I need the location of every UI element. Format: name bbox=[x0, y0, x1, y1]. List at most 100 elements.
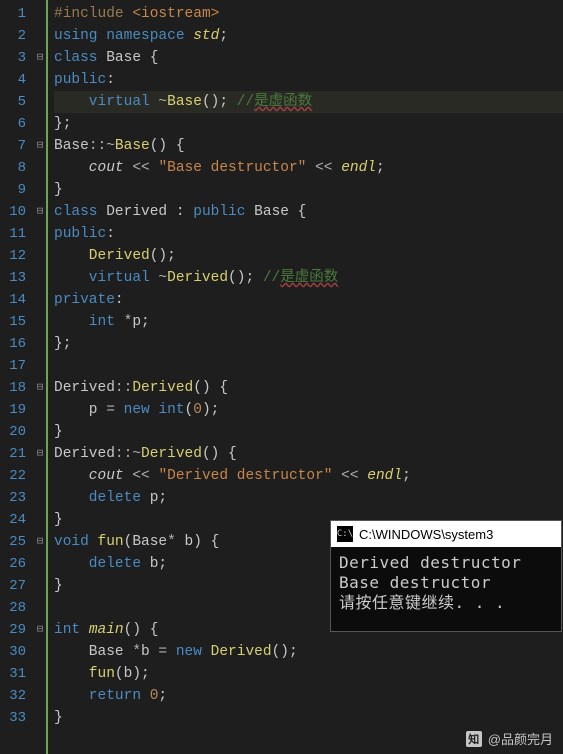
fold-marker bbox=[34, 685, 46, 707]
code-line[interactable]: private: bbox=[54, 289, 563, 311]
fold-marker bbox=[34, 553, 46, 575]
fold-marker bbox=[34, 707, 46, 729]
fold-marker bbox=[34, 179, 46, 201]
line-number: 12 bbox=[4, 245, 26, 267]
line-number: 19 bbox=[4, 399, 26, 421]
line-number: 15 bbox=[4, 311, 26, 333]
fold-marker bbox=[34, 509, 46, 531]
console-title-text: C:\WINDOWS\system3 bbox=[359, 527, 493, 542]
code-line[interactable]: public: bbox=[54, 223, 563, 245]
fold-marker bbox=[34, 245, 46, 267]
code-editor: 1234567891011121314151617181920212223242… bbox=[0, 0, 563, 754]
fold-marker bbox=[34, 3, 46, 25]
code-line[interactable]: p = new int(0); bbox=[54, 399, 563, 421]
line-number: 7 bbox=[4, 135, 26, 157]
code-area[interactable]: #include <iostream>using namespace std;c… bbox=[48, 0, 563, 754]
fold-marker bbox=[34, 663, 46, 685]
code-line[interactable]: class Derived : public Base { bbox=[54, 201, 563, 223]
line-number: 9 bbox=[4, 179, 26, 201]
code-line[interactable]: Derived(); bbox=[54, 245, 563, 267]
fold-marker bbox=[34, 223, 46, 245]
line-number: 8 bbox=[4, 157, 26, 179]
fold-marker bbox=[34, 465, 46, 487]
code-line[interactable]: virtual ~Derived(); //是虚函数 bbox=[54, 267, 563, 289]
line-number: 3 bbox=[4, 47, 26, 69]
fold-marker[interactable]: ⊟ bbox=[34, 201, 46, 223]
line-number: 6 bbox=[4, 113, 26, 135]
line-number: 25 bbox=[4, 531, 26, 553]
fold-marker bbox=[34, 113, 46, 135]
fold-column[interactable]: ⊟ ⊟ ⊟ ⊟ ⊟ ⊟ ⊟ bbox=[34, 0, 48, 754]
code-line[interactable]: #include <iostream> bbox=[54, 3, 563, 25]
line-number: 18 bbox=[4, 377, 26, 399]
line-number: 1 bbox=[4, 3, 26, 25]
code-line[interactable]: } bbox=[54, 421, 563, 443]
fold-marker bbox=[34, 399, 46, 421]
line-number: 33 bbox=[4, 707, 26, 729]
line-number: 17 bbox=[4, 355, 26, 377]
code-line[interactable]: Derived::~Derived() { bbox=[54, 443, 563, 465]
fold-marker bbox=[34, 267, 46, 289]
code-line[interactable]: class Base { bbox=[54, 47, 563, 69]
code-line[interactable]: } bbox=[54, 179, 563, 201]
console-output: Derived destructor Base destructor 请按任意键… bbox=[331, 547, 561, 631]
console-titlebar[interactable]: C:\ C:\WINDOWS\system3 bbox=[331, 521, 561, 547]
fold-marker[interactable]: ⊟ bbox=[34, 531, 46, 553]
line-number: 14 bbox=[4, 289, 26, 311]
console-window: C:\ C:\WINDOWS\system3 Derived destructo… bbox=[330, 520, 562, 632]
fold-marker[interactable]: ⊟ bbox=[34, 47, 46, 69]
line-number: 13 bbox=[4, 267, 26, 289]
fold-marker[interactable]: ⊟ bbox=[34, 135, 46, 157]
fold-marker[interactable]: ⊟ bbox=[34, 377, 46, 399]
code-line[interactable]: using namespace std; bbox=[54, 25, 563, 47]
line-number: 32 bbox=[4, 685, 26, 707]
line-number: 30 bbox=[4, 641, 26, 663]
fold-marker[interactable]: ⊟ bbox=[34, 619, 46, 641]
code-line[interactable]: int *p; bbox=[54, 311, 563, 333]
line-number: 23 bbox=[4, 487, 26, 509]
code-line[interactable]: cout << "Derived destructor" << endl; bbox=[54, 465, 563, 487]
fold-marker bbox=[34, 421, 46, 443]
line-number: 10 bbox=[4, 201, 26, 223]
watermark: 知 @品颜完月 bbox=[466, 729, 553, 748]
code-line[interactable]: cout << "Base destructor" << endl; bbox=[54, 157, 563, 179]
code-line[interactable]: public: bbox=[54, 69, 563, 91]
code-line[interactable]: return 0; bbox=[54, 685, 563, 707]
code-line[interactable]: virtual ~Base(); //是虚函数 bbox=[54, 91, 563, 113]
line-number: 28 bbox=[4, 597, 26, 619]
fold-marker bbox=[34, 641, 46, 663]
line-number: 31 bbox=[4, 663, 26, 685]
console-icon: C:\ bbox=[337, 526, 353, 542]
fold-marker bbox=[34, 289, 46, 311]
code-line[interactable]: Base *b = new Derived(); bbox=[54, 641, 563, 663]
line-number: 26 bbox=[4, 553, 26, 575]
code-line[interactable]: }; bbox=[54, 113, 563, 135]
line-number: 16 bbox=[4, 333, 26, 355]
line-number: 20 bbox=[4, 421, 26, 443]
fold-marker bbox=[34, 333, 46, 355]
fold-marker bbox=[34, 25, 46, 47]
code-line[interactable]: Derived::Derived() { bbox=[54, 377, 563, 399]
fold-marker bbox=[34, 355, 46, 377]
fold-marker[interactable]: ⊟ bbox=[34, 443, 46, 465]
code-line[interactable]: } bbox=[54, 707, 563, 729]
watermark-text: @品颜完月 bbox=[488, 729, 553, 748]
code-line[interactable]: Base::~Base() { bbox=[54, 135, 563, 157]
zhihu-icon: 知 bbox=[466, 731, 482, 747]
fold-marker bbox=[34, 157, 46, 179]
fold-marker bbox=[34, 487, 46, 509]
fold-marker bbox=[34, 575, 46, 597]
line-number: 27 bbox=[4, 575, 26, 597]
code-line[interactable]: delete p; bbox=[54, 487, 563, 509]
line-number: 22 bbox=[4, 465, 26, 487]
code-line[interactable] bbox=[54, 355, 563, 377]
code-line[interactable]: fun(b); bbox=[54, 663, 563, 685]
code-line[interactable]: }; bbox=[54, 333, 563, 355]
fold-marker bbox=[34, 597, 46, 619]
line-number-gutter: 1234567891011121314151617181920212223242… bbox=[0, 0, 34, 754]
line-number: 4 bbox=[4, 69, 26, 91]
fold-marker bbox=[34, 69, 46, 91]
fold-marker bbox=[34, 311, 46, 333]
line-number: 21 bbox=[4, 443, 26, 465]
line-number: 11 bbox=[4, 223, 26, 245]
